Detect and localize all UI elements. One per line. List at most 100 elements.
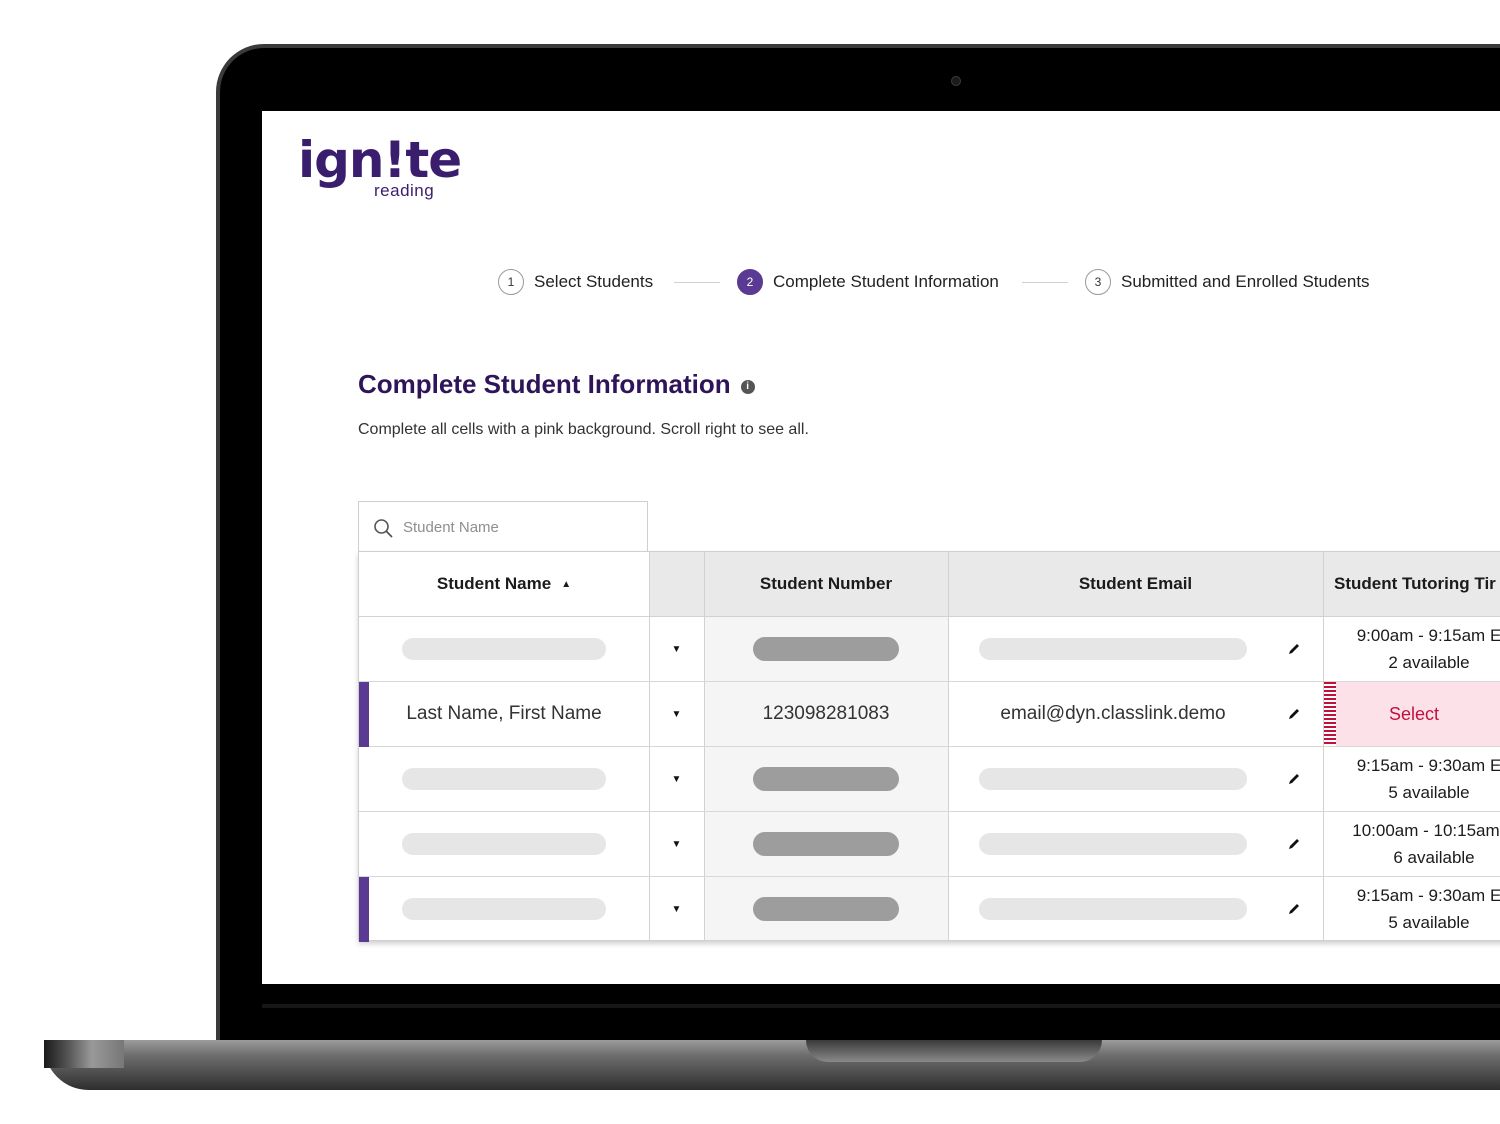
info-icon[interactable]: i xyxy=(740,379,755,394)
step-label: Submitted and Enrolled Students xyxy=(1121,272,1370,291)
slot-availability: 2 available xyxy=(1388,653,1470,672)
slot-time: 9:00am - 9:15am E xyxy=(1356,626,1500,645)
step-label: Complete Student Information xyxy=(773,272,999,291)
step-connector xyxy=(674,282,720,283)
table-row[interactable]: ▼ 9:15am - 9:30am E 5 available xyxy=(359,747,1500,812)
tutoring-time-slot[interactable]: 9:00am - 9:15am E 2 available xyxy=(1339,617,1500,681)
pencil-icon xyxy=(1289,839,1299,849)
row-dropdown[interactable]: ▼ xyxy=(649,617,704,681)
lower-bezel xyxy=(262,1004,1500,1008)
student-number-cell xyxy=(704,812,948,876)
slot-time: 9:15am - 9:30am E xyxy=(1356,756,1500,775)
placeholder-bar xyxy=(753,637,899,661)
caret-down-icon[interactable]: ▼ xyxy=(672,774,682,785)
camera-icon xyxy=(951,76,961,86)
ignite-reading-logo[interactable]: ign!te reading xyxy=(298,131,462,203)
step-submitted-enrolled-students[interactable]: 3 Submitted and Enrolled Students xyxy=(1085,268,1370,296)
placeholder-bar xyxy=(753,897,899,921)
column-header-dropdown xyxy=(649,552,704,617)
edit-email-button[interactable] xyxy=(1274,877,1314,941)
student-email-cell xyxy=(948,747,1278,811)
student-email-cell: email@dyn.classlink.demo xyxy=(948,682,1278,746)
column-header-student-number[interactable]: Student Number xyxy=(704,552,948,617)
student-name-cell xyxy=(359,617,649,681)
step-complete-student-information[interactable]: 2 Complete Student Information xyxy=(737,268,999,296)
student-name-cell xyxy=(359,812,649,876)
step-number: 3 xyxy=(1085,269,1111,295)
edit-email-button[interactable] xyxy=(1274,682,1314,746)
select-tutoring-time-button[interactable]: Select xyxy=(1389,704,1439,725)
student-email-cell xyxy=(948,812,1278,876)
step-label: Select Students xyxy=(534,272,654,291)
student-name-cell xyxy=(359,877,649,941)
row-dropdown[interactable]: ▼ xyxy=(649,747,704,811)
student-name-cell xyxy=(359,747,649,811)
slot-availability: 5 available xyxy=(1388,913,1470,932)
edit-email-button[interactable] xyxy=(1274,617,1314,681)
student-number-cell xyxy=(704,877,948,941)
student-email-cell xyxy=(948,617,1278,681)
student-name-cell: Last Name, First Name xyxy=(359,682,649,746)
tutoring-time-slot[interactable]: 9:15am - 9:30am E 5 available xyxy=(1339,747,1500,811)
table-row[interactable]: ▼ 9:00am - 9:15am E 2 available xyxy=(359,617,1500,682)
placeholder-bar xyxy=(753,832,899,856)
page-title-text: Complete Student Information xyxy=(358,369,731,399)
column-header-label: Student Name xyxy=(436,574,552,593)
edit-email-button[interactable] xyxy=(1274,747,1314,811)
table-row[interactable]: ▼ 10:00am - 10:15am E 6 available xyxy=(359,812,1500,877)
slot-availability: 5 available xyxy=(1388,783,1470,802)
pencil-icon xyxy=(1289,709,1299,719)
table-row[interactable]: Last Name, First Name ▼ 123098281083 ema… xyxy=(359,682,1500,747)
page-subtitle: Complete all cells with a pink backgroun… xyxy=(358,421,809,438)
placeholder-bar xyxy=(402,898,606,920)
table-row[interactable]: ▼ 9:15am - 9:30am E 5 available xyxy=(359,877,1500,942)
step-number: 1 xyxy=(498,269,524,295)
row-dropdown[interactable]: ▼ xyxy=(649,877,704,941)
student-name-search-input[interactable] xyxy=(403,519,633,536)
placeholder-bar xyxy=(979,638,1247,660)
page-title: Complete Student Information i xyxy=(358,369,755,400)
step-select-students[interactable]: 1 Select Students xyxy=(498,268,653,296)
placeholder-bar xyxy=(979,768,1247,790)
required-indicator xyxy=(1324,682,1336,746)
step-number: 2 xyxy=(737,269,763,295)
column-header-student-name[interactable]: Student Name ▲ xyxy=(359,552,649,617)
pencil-icon xyxy=(1289,774,1299,784)
pencil-icon xyxy=(1289,904,1299,914)
student-email-value: email@dyn.classlink.demo xyxy=(1000,703,1226,724)
student-number-cell xyxy=(704,747,948,811)
slot-time: 10:00am - 10:15am E xyxy=(1352,821,1500,840)
student-name-value: Last Name, First Name xyxy=(406,703,602,724)
tutoring-time-slot[interactable]: 10:00am - 10:15am E 6 available xyxy=(1334,812,1500,876)
laptop-base-edge xyxy=(44,1040,124,1068)
caret-down-icon[interactable]: ▼ xyxy=(672,644,682,655)
column-header-label: Student Email xyxy=(1078,574,1193,593)
search-icon xyxy=(374,518,393,537)
column-header-student-email[interactable]: Student Email xyxy=(948,552,1323,617)
column-header-label: Student Tutoring Tir xyxy=(1334,574,1496,593)
laptop-base xyxy=(44,1040,1500,1090)
sort-up-icon[interactable]: ▲ xyxy=(561,579,571,590)
column-header-student-tutoring-time[interactable]: Student Tutoring Tir xyxy=(1323,552,1500,617)
row-dropdown[interactable]: ▼ xyxy=(649,812,704,876)
student-number-value: 123098281083 xyxy=(762,703,890,724)
search-box xyxy=(358,501,648,553)
placeholder-bar xyxy=(402,833,606,855)
row-dropdown[interactable]: ▼ xyxy=(649,682,704,746)
student-email-cell xyxy=(948,877,1278,941)
app-screen: ign!te reading 1 Select Students 2 Compl… xyxy=(262,111,1500,984)
slot-time: 9:15am - 9:30am E xyxy=(1356,886,1500,905)
placeholder-bar xyxy=(979,833,1247,855)
caret-down-icon[interactable]: ▼ xyxy=(672,709,682,720)
student-number-cell: 123098281083 xyxy=(704,682,948,746)
caret-down-icon[interactable]: ▼ xyxy=(672,839,682,850)
edit-email-button[interactable] xyxy=(1274,812,1314,876)
slot-availability: 6 available xyxy=(1393,848,1475,867)
tutoring-time-slot[interactable]: 9:15am - 9:30am E 5 available xyxy=(1339,877,1500,941)
caret-down-icon[interactable]: ▼ xyxy=(672,904,682,915)
placeholder-bar xyxy=(402,768,606,790)
logo-subtext: reading xyxy=(374,181,435,200)
tutoring-time-select-cell[interactable]: Select xyxy=(1324,682,1500,746)
placeholder-bar xyxy=(979,898,1247,920)
student-number-cell xyxy=(704,617,948,681)
